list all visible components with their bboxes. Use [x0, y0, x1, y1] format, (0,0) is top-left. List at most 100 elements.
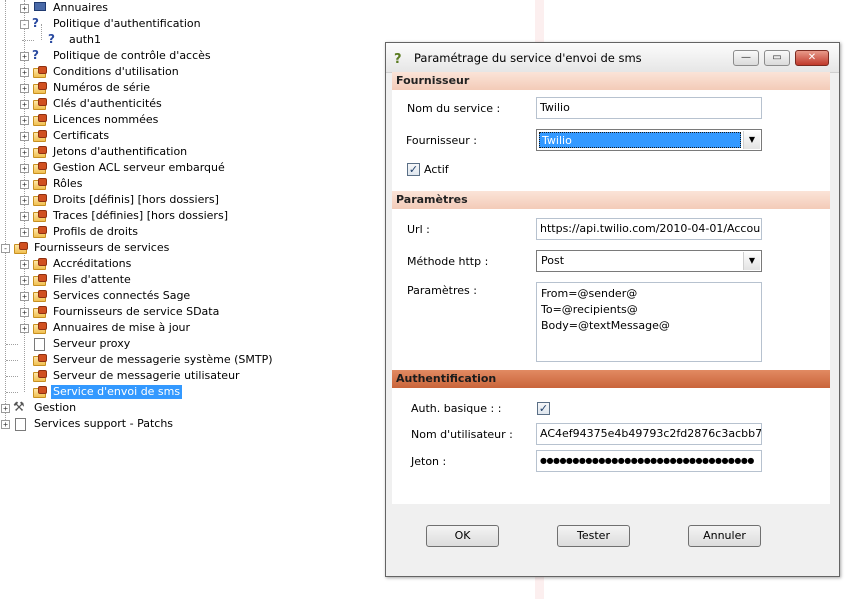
close-button[interactable]: ✕ — [795, 50, 829, 66]
expand-icon[interactable]: + — [20, 99, 29, 109]
tree-item-label: Traces [définies] [hors dossiers] — [53, 209, 228, 222]
doc-icon — [13, 417, 29, 431]
expand-icon[interactable]: + — [20, 227, 29, 237]
tree-item[interactable]: ? auth1 — [22, 32, 103, 48]
http-method-label: Méthode http : — [407, 255, 489, 268]
tree-item-label: Numéros de série — [53, 81, 151, 94]
expand-icon[interactable]: + — [20, 131, 29, 141]
tree-item[interactable]: + Services connectés Sage — [20, 288, 192, 304]
folder-icon — [32, 273, 48, 287]
url-field[interactable]: https://api.twilio.com/2010-04-01/Accour — [536, 218, 762, 240]
tree-item[interactable]: + Traces [définies] [hors dossiers] — [20, 208, 230, 224]
tree-item-label: Droits [définis] [hors dossiers] — [53, 193, 219, 206]
expand-icon[interactable]: + — [1, 403, 10, 413]
folder-icon — [32, 177, 48, 191]
section-authentification: Auth. basique : : ✓ Nom d'utilisateur : … — [392, 388, 830, 504]
navigation-tree: + Annuaires -? Politique d'authentification… — [0, 0, 380, 599]
expand-icon[interactable]: + — [20, 163, 29, 173]
expand-icon[interactable]: + — [20, 67, 29, 77]
expand-icon[interactable]: + — [20, 211, 29, 221]
expand-icon[interactable]: + — [20, 323, 29, 333]
folder-icon — [32, 65, 48, 79]
expand-icon[interactable]: + — [1, 419, 10, 429]
tree-item-label: Services connectés Sage — [53, 289, 191, 302]
tree-item-label: Jetons d'authentification — [53, 145, 188, 158]
tree-item[interactable]: + Gestion ACL serveur embarqué — [20, 160, 227, 176]
tree-item[interactable]: + Clés d'authenticités — [20, 96, 164, 112]
tree-item[interactable]: Serveur de messagerie système (SMTP) — [6, 352, 275, 368]
tree-item-label: Services support - Patchs — [34, 417, 174, 430]
service-name-field[interactable]: Twilio — [536, 97, 762, 119]
tree-item[interactable]: + ⚒ Gestion — [1, 400, 78, 416]
parameters-label: Paramètres : — [407, 284, 477, 297]
tree-item-label: Politique de contrôle d'accès — [53, 49, 211, 62]
maximize-button[interactable]: ▭ — [764, 50, 790, 66]
tree-item[interactable]: + Files d'attente — [20, 272, 133, 288]
tree-item-label: Licences nommées — [53, 113, 159, 126]
ok-button[interactable]: OK — [426, 525, 499, 547]
expand-icon[interactable]: + — [20, 275, 29, 285]
tree-item-label: Accréditations — [53, 257, 132, 270]
tree-item[interactable]: Service d'envoi de sms — [6, 384, 183, 400]
sms-service-dialog: ? Paramétrage du service d'envoi de sms … — [385, 42, 840, 577]
expand-icon[interactable]: + — [20, 259, 29, 269]
chevron-down-icon[interactable]: ▼ — [743, 252, 760, 270]
folder-icon — [32, 305, 48, 319]
tree-item[interactable]: + Annuaires — [20, 0, 110, 16]
expand-icon[interactable]: + — [20, 179, 29, 189]
tree-item[interactable]: + Jetons d'authentification — [20, 144, 189, 160]
minimize-button[interactable]: — — [733, 50, 759, 66]
tree-item-label: auth1 — [69, 33, 101, 46]
expand-icon[interactable]: + — [20, 195, 29, 205]
tree-item[interactable]: Serveur de messagerie utilisateur — [6, 368, 242, 384]
provider-select[interactable]: Twilio ▼ — [536, 129, 762, 151]
actif-checkbox[interactable]: ✓ — [407, 163, 420, 176]
tree-item[interactable]: + Rôles — [20, 176, 84, 192]
tree-item[interactable]: - Fournisseurs de services — [1, 240, 171, 256]
tree-item-label: Politique d'authentification — [53, 17, 201, 30]
tree-item[interactable]: + Droits [définis] [hors dossiers] — [20, 192, 221, 208]
folder-icon — [32, 113, 48, 127]
section-parametres: Url : https://api.twilio.com/2010-04-01/… — [392, 209, 830, 370]
section-header-fournisseur: Fournisseur — [392, 72, 830, 90]
collapse-icon[interactable]: - — [1, 243, 10, 253]
tree-item[interactable]: + Annuaires de mise à jour — [20, 320, 192, 336]
username-field[interactable]: AC4ef94375e4b49793c2fd2876c3acbb78 — [536, 423, 762, 445]
expand-icon[interactable]: + — [20, 51, 29, 61]
tree-item[interactable]: + Conditions d'utilisation — [20, 64, 181, 80]
expand-icon[interactable]: + — [20, 291, 29, 301]
http-method-select[interactable]: Post ▼ — [536, 250, 762, 272]
expand-icon[interactable]: + — [20, 115, 29, 125]
expand-icon[interactable]: + — [20, 307, 29, 317]
folder-icon — [32, 385, 48, 399]
section-header-parametres: Paramètres — [392, 191, 830, 209]
expand-icon[interactable]: + — [20, 83, 29, 93]
section-fournisseur: Nom du service : Twilio Fournisseur : Tw… — [392, 90, 830, 191]
tree-item[interactable]: + Licences nommées — [20, 112, 160, 128]
folder-icon — [32, 161, 48, 175]
tree-item[interactable]: + Profils de droits — [20, 224, 140, 240]
cancel-button[interactable]: Annuler — [688, 525, 761, 547]
parameters-textarea[interactable]: From=@sender@ To=@recipients@ Body=@text… — [536, 282, 762, 362]
expand-icon[interactable]: + — [20, 3, 29, 13]
dialog-titlebar[interactable]: ? Paramétrage du service d'envoi de sms … — [386, 43, 839, 73]
chevron-down-icon[interactable]: ▼ — [743, 131, 760, 149]
folder-icon — [13, 241, 29, 255]
basic-auth-checkbox[interactable]: ✓ — [537, 402, 550, 415]
folder-icon — [32, 289, 48, 303]
tree-item[interactable]: + Numéros de série — [20, 80, 152, 96]
tree-item[interactable]: + Certificats — [20, 128, 111, 144]
token-field[interactable]: ●●●●●●●●●●●●●●●●●●●●●●●●●●●●●●●●● — [536, 450, 762, 472]
tree-item[interactable]: + Services support - Patchs — [1, 416, 175, 432]
tree-item[interactable]: Serveur proxy — [6, 336, 132, 352]
tree-item[interactable]: + Fournisseurs de service SData — [20, 304, 221, 320]
token-label: Jeton : — [411, 455, 447, 468]
tree-item[interactable]: + Accréditations — [20, 256, 133, 272]
collapse-icon[interactable]: - — [20, 19, 29, 29]
tools-icon: ⚒ — [13, 400, 25, 415]
tree-item[interactable]: +? Politique de contrôle d'accès — [20, 48, 213, 64]
question-icon: ? — [48, 32, 55, 46]
expand-icon[interactable]: + — [20, 147, 29, 157]
test-button[interactable]: Tester — [557, 525, 630, 547]
tree-item[interactable]: -? Politique d'authentification — [20, 16, 203, 32]
